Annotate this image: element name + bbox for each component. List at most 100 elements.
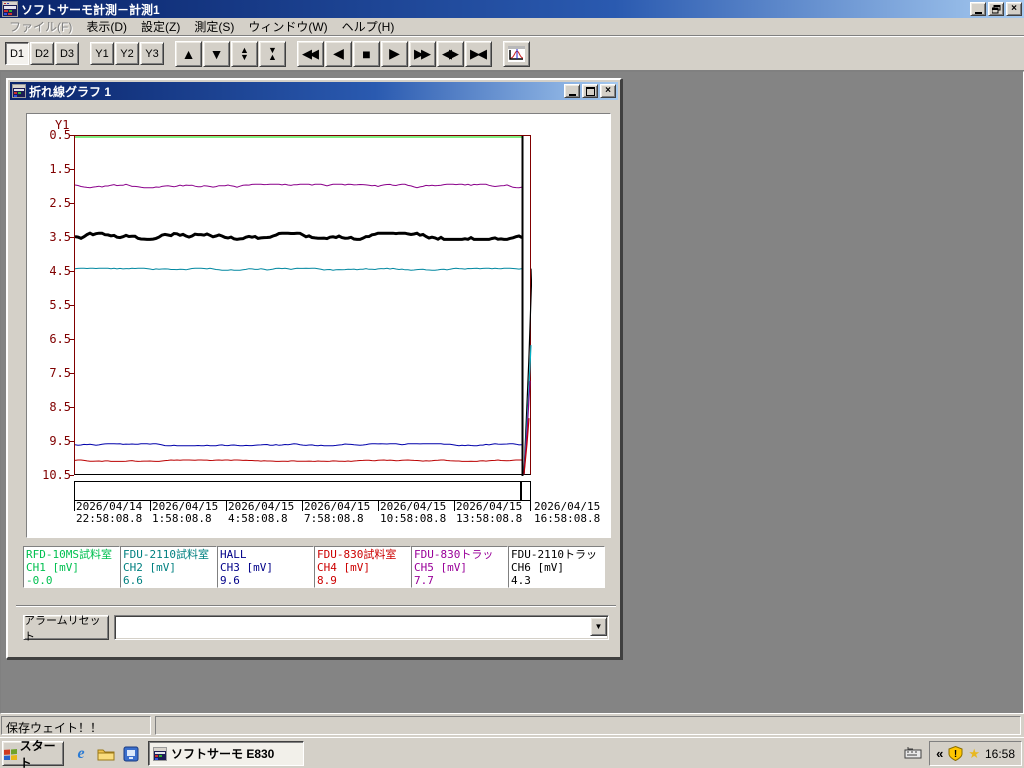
compress-vertical-button[interactable]: ▼ ▲ (259, 40, 286, 67)
internet-explorer-icon: e (77, 745, 85, 762)
app-icon (153, 746, 167, 761)
alarm-reset-button[interactable]: アラームリセット (23, 615, 109, 643)
y-tick-label: 0.5 (49, 128, 71, 142)
x-tick-label: 2026/04/14 22:58:08.8 (76, 500, 143, 525)
menu-settings[interactable]: 設定(Z) (134, 17, 187, 36)
double-right-icon: ▶▶ (414, 45, 431, 61)
combobox-dropdown-button[interactable]: ▼ (590, 617, 607, 636)
scroll-up-button[interactable]: ▲ (175, 40, 202, 67)
task-label: ソフトサーモ E830 (171, 747, 275, 761)
y-tick-mark (69, 373, 74, 374)
compress-horizontal-icon: ▶◀ (470, 45, 487, 61)
quicklaunch-ie[interactable]: e (70, 743, 92, 765)
menu-window[interactable]: ウィンドウ(W) (241, 17, 334, 36)
menu-view[interactable]: 表示(D) (79, 17, 134, 36)
star-tray-icon[interactable]: ★ (968, 746, 980, 762)
display-d1-button[interactable]: D1 (5, 42, 29, 65)
x-tick-label: 2026/04/15 1:58:08.8 (152, 500, 219, 525)
expand-vertical-button[interactable]: ▲ ▼ (231, 40, 258, 67)
status-bar: 保存ウェイト！！ (0, 714, 1024, 737)
desktop: ソフトサーモ計測－計測1 × ファイル(F) 表示(D) 設定(Z) 測定(S)… (0, 0, 1024, 768)
y-tick-mark (69, 407, 74, 408)
separator (16, 605, 616, 607)
system-tray: « ! ★ 16:58 (929, 741, 1022, 766)
legend-cell-ch1: RFD-10MS試料室 CH1 [mV] -0.0 (23, 546, 120, 588)
alarm-combobox[interactable]: ▼ (114, 615, 609, 640)
stop-button[interactable]: ■ (353, 40, 380, 67)
up-arrow-icon: ▲ (181, 45, 196, 62)
menu-measure[interactable]: 測定(S) (187, 17, 241, 36)
scroll-down-button[interactable]: ▼ (203, 40, 230, 67)
graph-window-titlebar[interactable]: 折れ線グラフ 1 × (10, 82, 618, 100)
channel-legend: RFD-10MS試料室 CH1 [mV] -0.0 FDU-2110試料室 CH2 [… (23, 546, 605, 588)
y-tick-mark (69, 475, 74, 476)
axis-y2-button[interactable]: Y2 (115, 42, 139, 65)
expand-vertical-icon: ▲ ▼ (240, 44, 249, 62)
status-message: 保存ウェイト！！ (1, 716, 151, 735)
menu-help[interactable]: ヘルプ(H) (335, 17, 402, 36)
step-right-button[interactable]: ▶ (381, 40, 408, 67)
y-tick-label: 5.5 (49, 298, 71, 312)
y-tick-label: 10.5 (42, 468, 71, 482)
y-tick-label: 7.5 (49, 366, 71, 380)
y-tick-label: 8.5 (49, 400, 71, 414)
status-panel-secondary (155, 716, 1021, 735)
toolbar: D1 D2 D3 Y1 Y2 Y3 ▲ ▼ ▲ ▼ ▼ ▲ ◀◀ ◀ ■ ▶ ▶▶ … (0, 36, 1024, 71)
taskbar-item-softthermo[interactable]: ソフトサーモ E830 (148, 741, 304, 766)
window-title: ソフトサーモ計測－計測1 (21, 2, 160, 17)
close-button[interactable]: × (1006, 2, 1022, 16)
chevron-down-icon: ▼ (594, 622, 603, 631)
menu-file[interactable]: ファイル(F) (2, 17, 79, 36)
graph-maximize-button[interactable] (582, 84, 598, 98)
quicklaunch-folder[interactable] (95, 743, 117, 765)
display-d2-button[interactable]: D2 (30, 42, 54, 65)
graph-icon (508, 45, 525, 62)
x-tick-mark (454, 501, 455, 511)
tray-chevron-button[interactable]: « (936, 746, 943, 761)
x-tick-mark (302, 501, 303, 511)
axis-y3-button[interactable]: Y3 (140, 42, 164, 65)
chart-panel: Y1 0.5 1.5 2.5 3.5 4.5 5.5 6.5 7.5 8.5 9… (26, 113, 611, 538)
minimize-button[interactable] (970, 2, 986, 16)
restore-button[interactable] (988, 2, 1004, 16)
svg-text:!: ! (954, 749, 957, 760)
main-titlebar[interactable]: ソフトサーモ計測－計測1 × (0, 0, 1024, 18)
display-d3-button[interactable]: D3 (55, 42, 79, 65)
security-shield-icon[interactable]: ! (948, 746, 963, 761)
expand-horizontal-button[interactable]: ◀▶ (437, 40, 464, 67)
folder-icon (97, 749, 115, 761)
keyboard-tray-icon[interactable] (904, 746, 922, 762)
quicklaunch-desktop[interactable] (120, 743, 142, 765)
compress-horizontal-button[interactable]: ▶◀ (465, 40, 492, 67)
taskbar-clock[interactable]: 16:58 (985, 747, 1015, 761)
start-label: スタート (19, 738, 56, 768)
graph-setup-button[interactable] (503, 40, 530, 67)
graph-window-icon (12, 84, 26, 98)
left-arrow-icon: ◀ (333, 45, 344, 61)
legend-cell-ch2: FDU-2110試料室 CH2 [mV] 6.6 (120, 546, 217, 588)
graph-minimize-button[interactable] (564, 84, 580, 98)
axis-y1-button[interactable]: Y1 (90, 42, 114, 65)
x-tick-mark (378, 501, 379, 511)
step-left-button[interactable]: ◀ (325, 40, 352, 67)
legend-cell-ch6: FDU-2110トラッ CH6 [mV] 4.3 (508, 546, 605, 588)
y-tick-label: 9.5 (49, 434, 71, 448)
x-tick-label: 2026/04/15 16:58:08.8 (534, 500, 601, 525)
maximize-icon (585, 86, 595, 96)
y-tick-mark (69, 271, 74, 272)
start-button[interactable]: スタート (2, 739, 64, 768)
jump-start-button[interactable]: ◀◀ (297, 40, 324, 67)
graph-close-button[interactable]: × (600, 84, 616, 98)
y-tick-mark (69, 169, 74, 170)
menubar: ファイル(F) 表示(D) 設定(Z) 測定(S) ウィンドウ(W) ヘルプ(H… (0, 18, 1024, 36)
pan-range-box[interactable] (74, 481, 531, 501)
x-tick-mark (530, 501, 531, 511)
alarm-combobox-value[interactable] (114, 615, 609, 640)
y-tick-mark (69, 339, 74, 340)
jump-end-button[interactable]: ▶▶ (409, 40, 436, 67)
x-tick-label: 2026/04/15 10:58:08.8 (380, 500, 447, 525)
y-tick-label: 1.5 (49, 162, 71, 176)
x-tick-mark (74, 501, 75, 511)
y-tick-label: 4.5 (49, 264, 71, 278)
stop-icon: ■ (362, 45, 371, 62)
